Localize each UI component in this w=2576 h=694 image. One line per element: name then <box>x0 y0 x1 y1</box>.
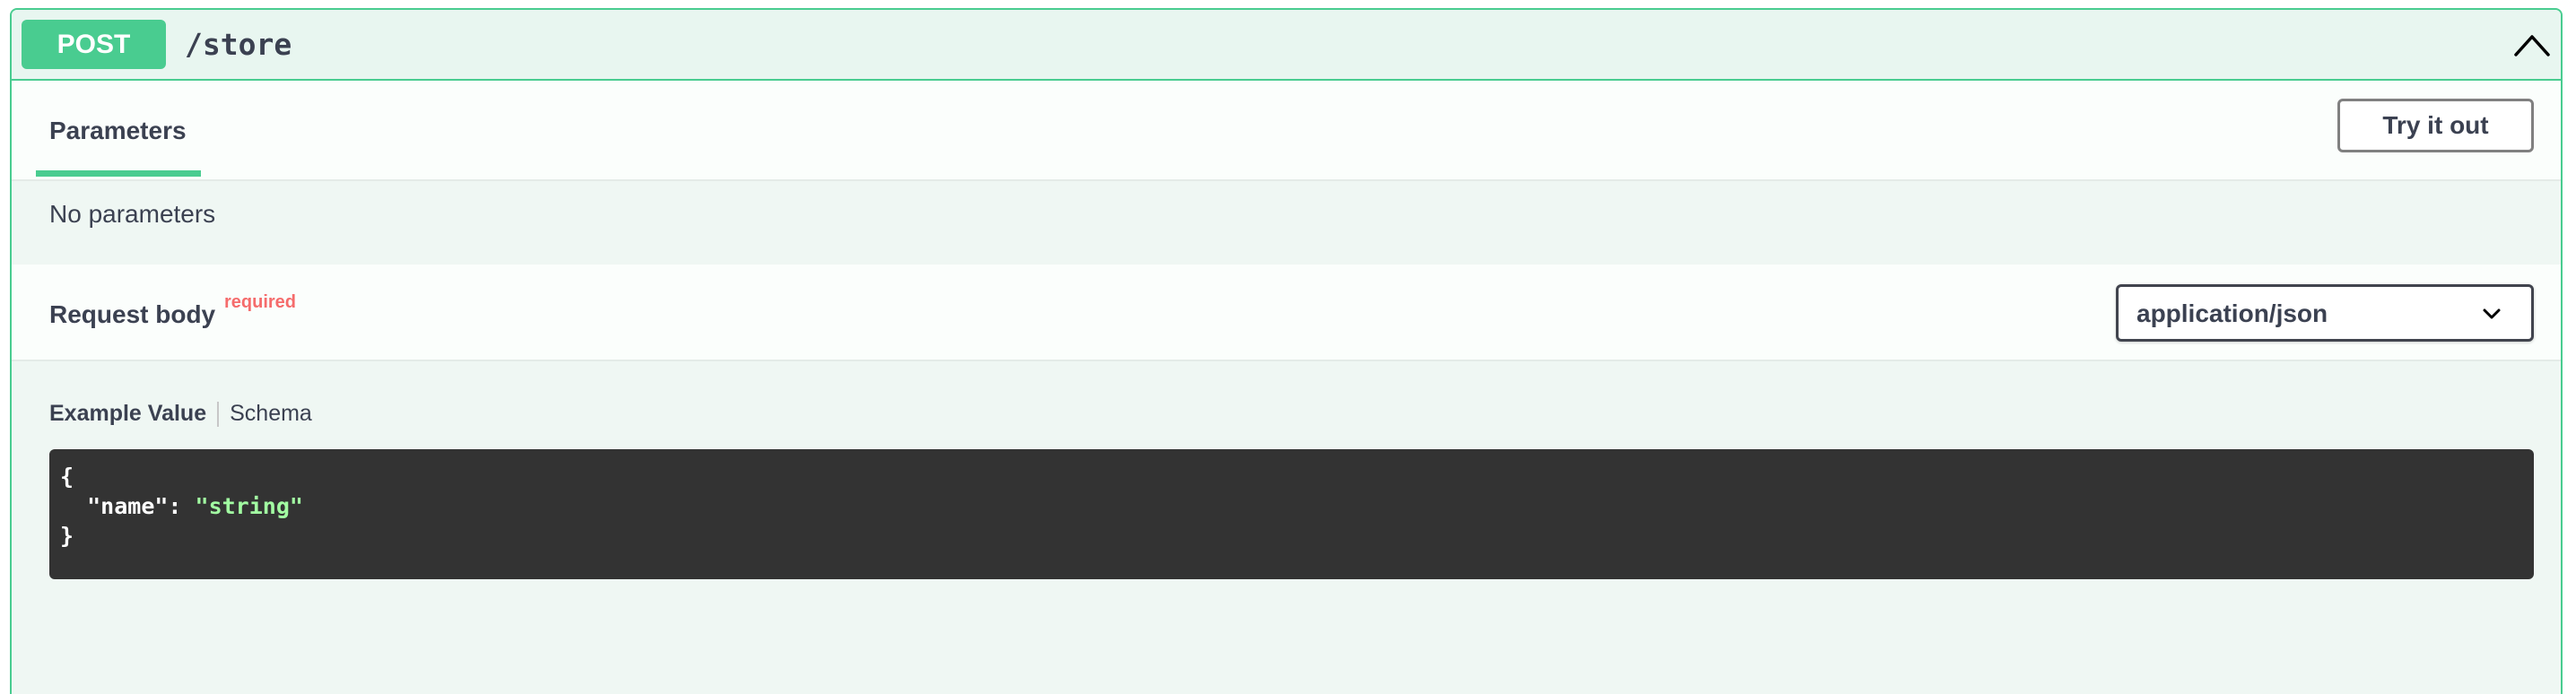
chevron-up-icon[interactable] <box>2512 31 2552 58</box>
example-code-block[interactable]: { "name": "string" } <box>49 449 2534 579</box>
example-tabs: Example Value Schema <box>49 401 312 427</box>
tab-divider <box>217 401 220 427</box>
tab-parameters[interactable]: Parameters <box>49 117 187 145</box>
operation-block-post-store: POST /store Parameters Try it out No par… <box>10 8 2563 694</box>
tab-active-indicator <box>36 170 201 177</box>
endpoint-path: /store <box>185 27 292 62</box>
chevron-down-icon <box>2483 308 2501 319</box>
code-line-open: { <box>60 462 2523 491</box>
code-colon: : <box>168 493 196 519</box>
no-parameters-text: No parameters <box>49 200 216 228</box>
try-it-out-button[interactable]: Try it out <box>2337 99 2534 152</box>
operation-summary[interactable]: POST /store <box>12 10 2561 81</box>
content-type-select[interactable]: application/json <box>2116 284 2534 342</box>
code-key: "name" <box>87 493 169 519</box>
request-body-header: Request body required application/json <box>12 265 2561 361</box>
required-label: required <box>224 292 297 312</box>
tab-example-value[interactable]: Example Value <box>49 401 206 427</box>
code-close-brace: } <box>60 523 74 549</box>
content-type-value: application/json <box>2137 299 2328 327</box>
code-line-name: "name": "string" <box>60 491 2523 521</box>
method-badge: POST <box>22 20 166 69</box>
page: POST /store Parameters Try it out No par… <box>0 0 2576 694</box>
request-body-title: Request body <box>49 300 216 328</box>
tab-schema[interactable]: Schema <box>230 401 312 427</box>
code-open-brace: { <box>60 464 74 490</box>
parameters-header: Parameters Try it out <box>12 81 2561 181</box>
code-line-close: } <box>60 521 2523 551</box>
code-string-value: "string" <box>195 493 303 519</box>
